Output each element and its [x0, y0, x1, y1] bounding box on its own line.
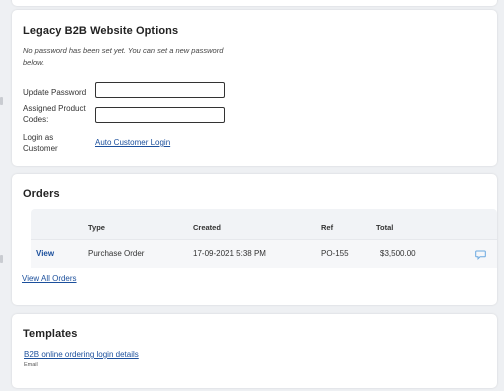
order-type: Purchase Order	[88, 249, 145, 258]
comment-icon[interactable]	[475, 247, 486, 265]
template-kind: Email	[24, 362, 38, 368]
col-ref: Ref	[321, 223, 334, 232]
col-type: Type	[88, 223, 105, 232]
templates-card: Templates B2B online ordering login deta…	[12, 314, 497, 388]
legacy-title: Legacy B2B Website Options	[23, 25, 179, 37]
left-edge-marker	[0, 97, 3, 105]
template-link[interactable]: B2B online ordering login details	[24, 350, 139, 359]
assigned-codes-input[interactable]	[95, 107, 225, 123]
templates-title: Templates	[23, 328, 78, 340]
table-row: View Purchase Order 17-09-2021 5:38 PM P…	[31, 239, 497, 268]
login-as-label: Login as Customer	[23, 133, 58, 153]
update-password-label: Update Password	[23, 88, 87, 97]
left-edge-marker	[0, 255, 3, 263]
auto-customer-login-link[interactable]: Auto Customer Login	[95, 138, 170, 147]
order-ref: PO-155	[321, 249, 349, 258]
order-created: 17-09-2021 5:38 PM	[193, 249, 266, 258]
legacy-b2b-options-card: Legacy B2B Website Options No password h…	[12, 10, 497, 166]
password-note: No password has been set yet. You can se…	[23, 46, 224, 67]
view-order-link[interactable]: View	[36, 249, 54, 258]
orders-table: Type Created Ref Total View Purchase Ord…	[31, 209, 497, 268]
orders-title: Orders	[23, 188, 60, 200]
view-all-orders-link[interactable]: View All Orders	[22, 274, 77, 283]
col-total: Total	[376, 223, 394, 232]
previous-card-edge	[12, 0, 497, 6]
order-total: $3,500.00	[380, 249, 416, 258]
update-password-input[interactable]	[95, 82, 225, 98]
col-created: Created	[193, 223, 221, 232]
assigned-codes-label: Assigned Product Codes:	[23, 104, 86, 124]
orders-card: Orders Type Created Ref Total View Purch…	[12, 174, 497, 305]
